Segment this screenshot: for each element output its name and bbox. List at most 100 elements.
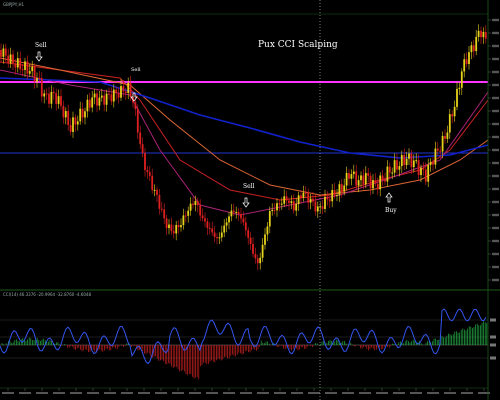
candle-body	[350, 174, 353, 179]
candle-body	[271, 209, 274, 212]
indicator-level-label	[490, 343, 496, 347]
candle-body	[223, 225, 226, 233]
candle-body	[0, 50, 2, 57]
candle-body	[384, 179, 386, 182]
chart-window[interactable]: GBPJPY,H1 Sell Sell Sell Buy Pux CCI Sca…	[0, 0, 500, 400]
price-tick-label	[492, 226, 499, 230]
candle-body	[151, 175, 154, 191]
candle-body	[172, 231, 175, 234]
candle-body	[26, 61, 29, 74]
candle-body	[91, 97, 94, 108]
candle-body	[345, 173, 348, 186]
candle-body	[472, 45, 475, 52]
symbol-header: GBPJPY,H1	[3, 2, 24, 7]
candle-body	[237, 211, 240, 215]
candle-body	[165, 218, 168, 229]
time-tick-label	[325, 392, 337, 394]
candle-body	[232, 210, 235, 213]
candle-body	[444, 135, 446, 139]
time-tick-label	[206, 392, 218, 394]
candle-body	[177, 224, 180, 228]
candle-body	[64, 111, 67, 118]
time-tick-label	[155, 392, 167, 394]
price-tick-label	[492, 18, 499, 22]
candle-body	[60, 96, 62, 106]
candle-body	[328, 199, 331, 202]
candle-body	[427, 164, 430, 182]
candle-body	[292, 201, 295, 211]
candle-body	[45, 93, 48, 95]
candle-body	[276, 203, 278, 211]
candle-body	[67, 111, 70, 126]
candle-body	[208, 227, 211, 229]
candle-body	[14, 63, 17, 68]
candle-body	[393, 160, 396, 173]
candle-body	[19, 58, 22, 70]
candle-body	[336, 194, 338, 196]
candle-body	[302, 192, 305, 198]
candle-body	[211, 228, 214, 233]
candle-body	[261, 244, 264, 258]
candle-body	[170, 224, 173, 232]
candle-body	[204, 218, 206, 222]
price-tick-label	[492, 44, 499, 48]
candle-body	[52, 91, 55, 94]
candle-body	[367, 173, 370, 176]
candle-body	[38, 78, 41, 80]
candle-body	[331, 190, 334, 202]
price-tick-label	[492, 200, 499, 204]
time-tick-label	[104, 392, 116, 394]
candle-body	[7, 55, 10, 64]
candle-body	[158, 195, 161, 209]
price-tick-label	[492, 148, 499, 152]
time-tick-label	[223, 392, 235, 394]
candle-body	[338, 184, 341, 195]
time-tick-label	[53, 392, 65, 394]
time-tick-label	[308, 392, 320, 394]
time-tick-label	[70, 392, 82, 394]
candle-body	[254, 253, 257, 259]
candle-body	[268, 211, 271, 227]
candle-body	[206, 221, 209, 228]
candle-body	[199, 205, 202, 216]
candle-body	[187, 210, 190, 216]
candle-body	[316, 206, 319, 212]
candle-body	[146, 170, 149, 173]
candle-body	[24, 61, 26, 70]
price-tick-label	[492, 135, 499, 139]
candle-body	[468, 52, 470, 65]
time-tick-label	[291, 392, 303, 394]
candle-body	[480, 30, 482, 38]
candle-body	[180, 225, 182, 228]
candle-body	[81, 108, 84, 118]
candle-body	[324, 196, 326, 209]
candle-body	[451, 114, 454, 117]
chart-canvas[interactable]: GBPJPY,H1 Sell Sell Sell Buy Pux CCI Sca…	[0, 0, 500, 400]
candle-body	[100, 95, 103, 98]
candle-body	[153, 189, 156, 191]
candle-body	[422, 167, 425, 170]
candle-body	[124, 91, 127, 93]
candle-body	[300, 195, 302, 198]
candle-body	[141, 144, 144, 153]
candle-body	[343, 185, 346, 192]
candle-body	[259, 257, 262, 264]
candle-body	[364, 173, 367, 185]
candle-body	[96, 93, 98, 106]
candle-body	[273, 209, 276, 211]
time-tick-label	[342, 392, 354, 394]
candle-body	[355, 171, 358, 186]
candle-body	[139, 132, 142, 145]
candle-body	[280, 203, 283, 205]
time-tick-label	[359, 392, 371, 394]
candle-body	[484, 31, 487, 39]
candle-body	[475, 36, 478, 52]
price-tick-label	[492, 31, 499, 35]
candle-body	[415, 160, 418, 162]
time-tick-label	[257, 392, 269, 394]
price-tick-label	[492, 57, 499, 61]
candle-body	[74, 117, 77, 125]
candle-body	[98, 97, 101, 106]
candle-body	[410, 153, 413, 168]
candle-body	[108, 93, 110, 95]
